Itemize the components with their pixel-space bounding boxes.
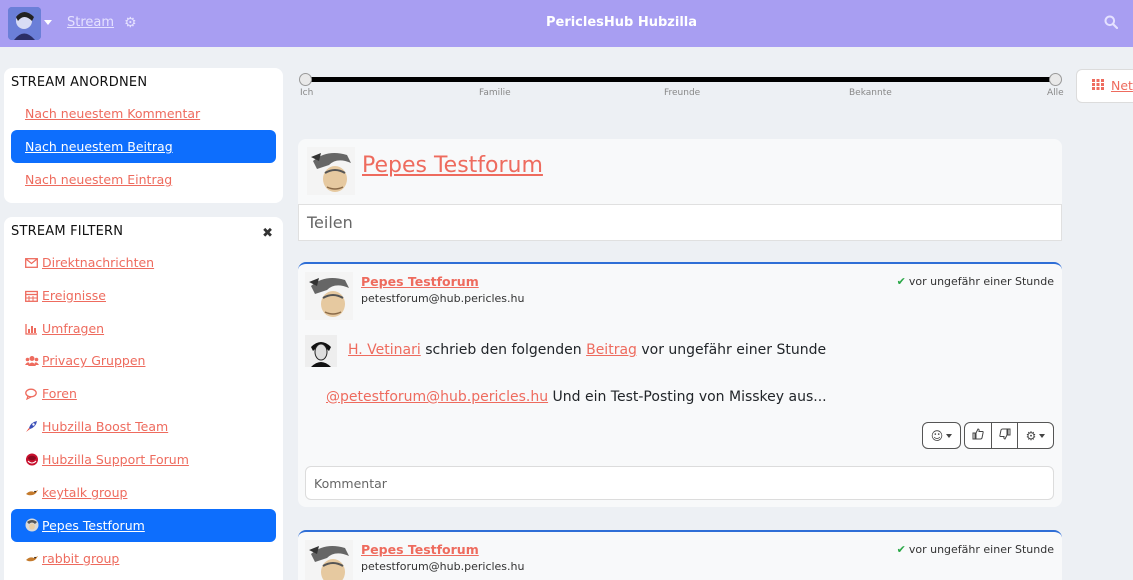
- envelope-icon: [25, 248, 39, 268]
- filter-keytalk-group[interactable]: keytalk group: [11, 476, 276, 509]
- reshare-text-end: vor ungefähr einer Stunde: [636, 342, 827, 358]
- post-actions-group: ⚙: [964, 422, 1054, 449]
- forum-name-link[interactable]: Pepes Testforum: [362, 153, 543, 178]
- filter-pepes-testforum[interactable]: Pepes Testforum: [11, 509, 276, 542]
- network-button[interactable]: Net: [1076, 69, 1133, 103]
- search-icon[interactable]: [1104, 15, 1119, 33]
- network-button-label: Net: [1110, 78, 1133, 93]
- post-author-link[interactable]: Pepes Testforum: [361, 274, 479, 289]
- menu-item-label: Nach neuestem Beitrag: [25, 139, 173, 154]
- dislike-button[interactable]: [991, 423, 1017, 448]
- grid-icon: [1092, 78, 1104, 93]
- menu-item-label: keytalk group: [42, 485, 128, 500]
- post-author-address: petestforum@hub.pericles.hu: [361, 560, 525, 573]
- bar-chart-icon: [25, 314, 39, 335]
- menu-item-label: Foren: [42, 386, 77, 401]
- post-settings-dropdown[interactable]: ⚙: [1017, 423, 1053, 448]
- filter-events[interactable]: Ereignisse: [11, 279, 276, 312]
- filter-polls[interactable]: Umfragen: [11, 312, 276, 345]
- menu-item-label: Nach neuestem Eintrag: [25, 172, 173, 187]
- post-card: Pepes Testforum petestforum@hub.pericles…: [298, 530, 1062, 580]
- forum-avatar[interactable]: [307, 147, 355, 195]
- reshare-author-avatar[interactable]: [305, 335, 337, 367]
- menu-item-label: Privacy Gruppen: [42, 353, 146, 368]
- slider-label: Alle: [1047, 88, 1064, 98]
- close-icon[interactable]: ✖: [262, 226, 273, 241]
- mention-link[interactable]: @petestforum@hub.pericles.hu: [326, 389, 548, 405]
- filter-rabbit-group[interactable]: rabbit group: [11, 542, 276, 575]
- slider-label: Familie: [479, 88, 511, 98]
- thumbs-down-icon: [998, 428, 1011, 443]
- filter-support-forum[interactable]: Hubzilla Support Forum: [11, 443, 276, 476]
- thumbs-up-icon: [972, 428, 984, 443]
- affinity-slider-track[interactable]: [305, 77, 1057, 82]
- post-time-text: vor ungefähr einer Stunde: [908, 543, 1054, 556]
- menu-item-label: Pepes Testforum: [42, 518, 145, 533]
- menu-item-label: rabbit group: [42, 551, 120, 566]
- menu-item-label: Hubzilla Boost Team: [42, 419, 169, 434]
- filter-direct-messages[interactable]: Direktnachrichten: [11, 246, 276, 279]
- users-icon: [25, 346, 39, 366]
- chevron-down-icon: [1039, 433, 1046, 438]
- post-card: Pepes Testforum petestforum@hub.pericles…: [298, 262, 1062, 507]
- top-navbar: Stream ⚙ PericlesHub Hubzilla: [0, 0, 1133, 47]
- forum-avatar-icon: [25, 511, 39, 532]
- stream-filter-panel: STREAM FILTERN ✖ Direktnachrichten Ereig…: [4, 217, 283, 580]
- filter-forums[interactable]: Foren: [11, 377, 276, 410]
- share-input[interactable]: Teilen: [298, 204, 1062, 241]
- check-icon: ✔: [896, 543, 906, 556]
- check-icon: ✔: [896, 275, 906, 288]
- reshare-text: H. Vetinari schrieb den folgenden Beitra…: [348, 342, 826, 358]
- like-button[interactable]: [965, 423, 991, 448]
- post-timestamp: ✔ vor ungefähr einer Stunde: [897, 543, 1054, 556]
- order-by-post[interactable]: Nach neuestem Beitrag: [11, 130, 276, 163]
- comment-input[interactable]: Kommentar: [305, 466, 1054, 500]
- menu-item-label: Nach neuestem Kommentar: [25, 106, 201, 121]
- rocket-icon: [25, 412, 39, 432]
- post-author-link[interactable]: Pepes Testforum: [361, 542, 479, 557]
- panel-title: STREAM ANORDNEN: [11, 75, 148, 90]
- smile-icon: ☺: [930, 428, 944, 443]
- reshare-post-link[interactable]: Beitrag: [586, 342, 637, 358]
- order-by-entry[interactable]: Nach neuestem Eintrag: [11, 163, 276, 196]
- slider-handle-max[interactable]: [1049, 73, 1062, 86]
- reshare-author-link[interactable]: H. Vetinari: [348, 342, 421, 358]
- forum-header-card: Pepes Testforum Teilen: [298, 139, 1062, 241]
- menu-item-label: Direktnachrichten: [42, 255, 155, 270]
- menu-item-label: Ereignisse: [42, 288, 106, 303]
- menu-item-label: Hubzilla Support Forum: [42, 452, 189, 467]
- author-avatar[interactable]: [305, 272, 353, 320]
- emoji-reaction-dropdown[interactable]: ☺: [922, 422, 961, 449]
- filter-privacy-groups[interactable]: Privacy Gruppen: [11, 344, 276, 377]
- support-forum-icon: [25, 445, 39, 466]
- comments-icon: [25, 379, 39, 401]
- slider-label: Freunde: [664, 88, 701, 98]
- slider-handle-min[interactable]: [299, 73, 312, 86]
- chevron-down-icon: [946, 433, 953, 438]
- slider-label: Ich: [300, 88, 314, 98]
- panel-title: STREAM FILTERN: [11, 224, 124, 239]
- stream-order-panel: STREAM ANORDNEN Nach neuestem Kommentar …: [4, 68, 283, 203]
- calendar-icon: [25, 281, 39, 302]
- post-author-address: petestforum@hub.pericles.hu: [361, 292, 525, 305]
- emoji-button[interactable]: ☺: [923, 423, 960, 448]
- gear-icon: ⚙: [1025, 428, 1037, 443]
- post-timestamp: ✔ vor ungefähr einer Stunde: [897, 275, 1054, 288]
- post-body-text: Und ein Test-Posting von Misskey aus...: [548, 389, 827, 405]
- menu-item-label: Umfragen: [42, 321, 105, 336]
- site-title: PericlesHub Hubzilla: [545, 15, 698, 30]
- post-time-text: vor ungefähr einer Stunde: [908, 275, 1054, 288]
- slider-label: Bekannte: [849, 88, 892, 98]
- reshare-text-mid: schrieb den folgenden: [420, 342, 587, 358]
- post-body: @petestforum@hub.pericles.hu Und ein Tes…: [326, 389, 827, 405]
- order-by-comment[interactable]: Nach neuestem Kommentar: [11, 97, 276, 130]
- author-avatar[interactable]: [305, 540, 353, 580]
- filter-boost-team[interactable]: Hubzilla Boost Team: [11, 410, 276, 443]
- bird-icon: [25, 544, 39, 562]
- bird-icon: [25, 478, 39, 496]
